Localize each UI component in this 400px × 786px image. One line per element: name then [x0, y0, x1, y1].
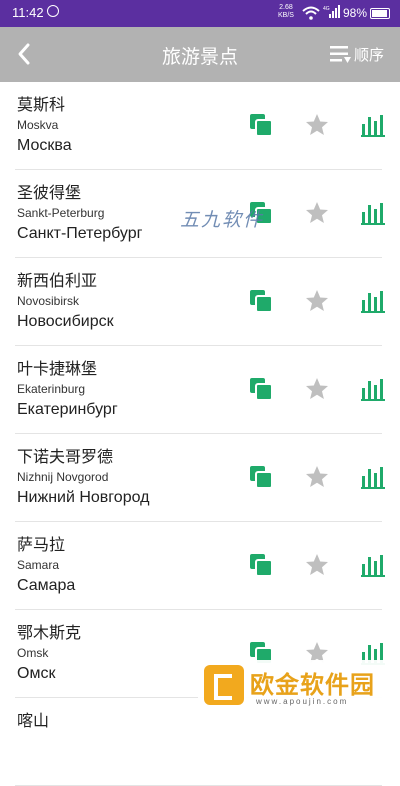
logo-mark-icon — [204, 665, 244, 705]
list-item[interactable]: 新西伯利亚 Novosibirsk Новосибирск — [15, 258, 385, 346]
stats-icon[interactable] — [360, 376, 386, 402]
sort-button[interactable]: 顺序 — [329, 41, 384, 67]
stats-icon[interactable] — [360, 112, 386, 138]
item-name-zh: 叶卡捷琳堡 — [17, 359, 98, 378]
item-name-ru: Екатеринбург — [17, 401, 118, 418]
item-name-ru: Омск — [17, 665, 56, 682]
site-logo: 欧金软件园 www.apoujin.com — [198, 660, 396, 711]
item-name-zh: 萨马拉 — [17, 535, 66, 554]
stats-icon[interactable] — [360, 464, 386, 490]
copy-icon[interactable] — [248, 288, 274, 314]
item-name-latin: Sankt-Peterburg — [17, 206, 105, 220]
list-item[interactable]: 萨马拉 Samara Самара — [15, 522, 385, 610]
item-name-ru: Нижний Новгород — [17, 489, 150, 506]
item-name-latin: Novosibirsk — [17, 294, 80, 308]
network-type: 4G — [323, 6, 330, 12]
stats-icon[interactable] — [360, 288, 386, 314]
star-icon[interactable] — [304, 288, 330, 314]
copy-icon[interactable] — [248, 376, 274, 402]
stats-icon[interactable] — [360, 552, 386, 578]
battery-percent: 98% — [343, 6, 368, 20]
star-icon[interactable] — [304, 200, 330, 226]
item-name-ru: Новосибирск — [17, 313, 114, 330]
item-name-latin: Nizhnij Novgorod — [17, 470, 109, 484]
network-speed-unit: KB/S — [278, 12, 294, 19]
logo-url: www.apoujin.com — [256, 697, 349, 706]
battery-icon — [370, 8, 390, 19]
sort-label: 顺序 — [353, 45, 384, 64]
watermark-text: 五九软件 — [180, 209, 265, 231]
alarm-icon — [47, 5, 59, 17]
star-icon[interactable] — [304, 552, 330, 578]
star-icon[interactable] — [304, 464, 330, 490]
star-icon[interactable] — [304, 112, 330, 138]
network-speed-value: 2.68 — [279, 4, 293, 11]
clock: 11:42 — [12, 5, 44, 20]
item-name-zh: 鄂木斯克 — [17, 623, 82, 642]
item-name-zh: 下诺夫哥罗德 — [17, 447, 114, 466]
copy-icon[interactable] — [248, 112, 274, 138]
copy-icon[interactable] — [248, 552, 274, 578]
list-item[interactable]: 下诺夫哥罗德 Nizhnij Novgorod Нижний Новгород — [15, 434, 385, 522]
sort-icon — [329, 46, 351, 63]
item-name-latin: Samara — [17, 558, 60, 572]
toolbar: 旅游景点 顺序 — [0, 27, 400, 82]
network-speed: 2.68 KB/S — [278, 4, 294, 20]
list-item[interactable]: 莫斯科 Moskva Москва — [15, 82, 385, 170]
copy-icon[interactable] — [248, 464, 274, 490]
list-item[interactable]: 叶卡捷琳堡 Ekaterinburg Екатеринбург — [15, 346, 385, 434]
item-name-zh: 圣彼得堡 — [17, 183, 82, 202]
stats-icon[interactable] — [360, 200, 386, 226]
item-name-latin: Omsk — [17, 646, 49, 660]
item-name-ru: Самара — [17, 577, 76, 594]
item-name-zh: 莫斯科 — [17, 95, 66, 114]
list-item[interactable]: 喀山 — [15, 698, 382, 786]
star-icon[interactable] — [304, 376, 330, 402]
item-name-latin: Moskva — [17, 118, 59, 132]
signal-icon: 4G — [323, 5, 340, 18]
wifi-icon — [302, 6, 320, 20]
item-name-ru: Санкт-Петербург — [17, 225, 143, 242]
status-bar: 11:42 2.68 KB/S 4G 98% — [0, 0, 400, 27]
item-name-ru: Москва — [17, 137, 72, 154]
item-name-zh: 新西伯利亚 — [17, 271, 98, 290]
item-name-latin: Ekaterinburg — [17, 382, 86, 396]
logo-name: 欧金软件园 — [250, 671, 375, 699]
